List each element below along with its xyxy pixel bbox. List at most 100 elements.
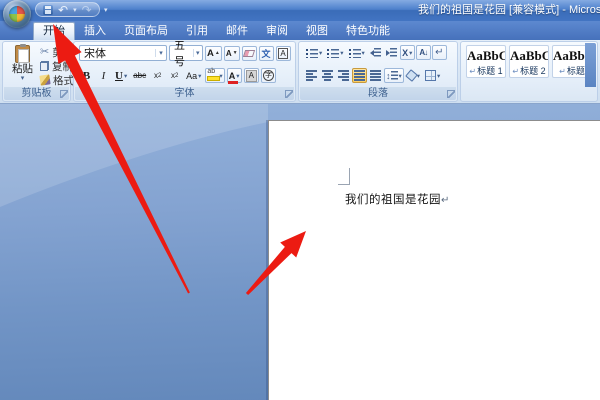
document-text[interactable]: 我们的祖国是花园↵	[345, 191, 449, 207]
text-highlight-button[interactable]: ▾	[205, 68, 225, 83]
borders-grid-icon	[425, 70, 437, 81]
ribbon-tab-row: 开始 插入 页面布局 引用 邮件 审阅 视图 特色功能	[0, 21, 600, 40]
asian-layout-dropdown-icon[interactable]: ▾	[409, 49, 412, 57]
subscript-button[interactable]: x2	[150, 68, 165, 83]
grow-font-label: A	[207, 47, 214, 59]
character-shading-button[interactable]: A	[243, 68, 260, 83]
font-name-combobox[interactable]: 宋体 ▾	[79, 45, 167, 61]
paste-button[interactable]: 粘贴 ▾	[6, 44, 39, 89]
clipboard-dialog-launcher-icon[interactable]	[60, 90, 68, 98]
undo-dropdown-icon[interactable]: ▾	[73, 6, 77, 14]
character-shading-icon: A	[245, 69, 258, 82]
underline-button[interactable]: U ▾	[113, 68, 129, 83]
line-spacing-lines-icon	[390, 71, 398, 80]
font-size-combobox[interactable]: 五号 ▾	[169, 40, 203, 68]
tab-view[interactable]: 视图	[297, 23, 337, 40]
change-case-button[interactable]: Aa ▾	[184, 68, 203, 83]
shading-button[interactable]: ▾	[404, 68, 422, 83]
decrease-indent-button[interactable]	[368, 45, 383, 60]
show-marks-button[interactable]: ↵	[431, 45, 447, 60]
style-preview: AaBbC	[510, 48, 549, 63]
multilevel-list-button[interactable]: ▾	[347, 45, 367, 60]
clear-formatting-button[interactable]	[241, 45, 257, 61]
align-right-button[interactable]	[336, 68, 351, 83]
increase-indent-button[interactable]	[384, 45, 399, 60]
character-border-button[interactable]: A	[275, 45, 291, 61]
borders-button[interactable]: ▾	[423, 68, 442, 83]
quick-access-toolbar: ↶ ▾ ↷	[35, 2, 100, 17]
grow-font-button[interactable]: A ▲	[205, 45, 222, 61]
office-logo-icon	[9, 6, 25, 22]
style-heading1[interactable]: AaBbC ↵标题 1	[466, 45, 506, 78]
font-color-dropdown-icon[interactable]: ▾	[236, 72, 239, 80]
enclose-characters-icon: 字	[263, 70, 275, 81]
font-name-dropdown-icon[interactable]: ▾	[155, 49, 166, 57]
enclose-characters-button[interactable]: 字	[261, 68, 277, 83]
italic-button[interactable]: I	[96, 68, 111, 83]
quick-styles-gallery: AaBbC ↵标题 1 AaBbC ↵标题 2 AaBbC ↵标题	[466, 45, 592, 78]
distribute-button[interactable]	[368, 68, 383, 83]
tab-special-features[interactable]: 特色功能	[337, 23, 399, 40]
qat-customize-icon[interactable]: ▾	[104, 6, 108, 14]
bullets-dropdown-icon[interactable]: ▾	[319, 49, 322, 57]
styles-group: AaBbC ↵标题 1 AaBbC ↵标题 2 AaBbC ↵标题	[460, 41, 598, 102]
paragraph-dialog-launcher-icon[interactable]	[447, 90, 455, 98]
copy-icon	[40, 61, 49, 71]
tab-mailings[interactable]: 邮件	[217, 23, 257, 40]
tab-page-layout[interactable]: 页面布局	[115, 23, 177, 40]
shrink-caret-icon: ▼	[232, 50, 238, 56]
italic-icon: I	[101, 69, 106, 82]
save-icon[interactable]	[43, 4, 53, 15]
style-heading2[interactable]: AaBbC ↵标题 2	[509, 45, 549, 78]
shrink-font-label: A	[225, 48, 232, 58]
phonetic-guide-icon: 文	[261, 48, 271, 59]
font-group-label: 字体	[75, 87, 294, 100]
asian-layout-button[interactable]: X ▾	[399, 45, 415, 60]
numbering-dropdown-icon[interactable]: ▾	[340, 49, 343, 57]
shading-bucket-icon	[404, 69, 418, 82]
align-center-button[interactable]	[320, 68, 335, 83]
numbering-button[interactable]: ▾	[325, 45, 345, 60]
shrink-font-button[interactable]: A ▼	[223, 45, 240, 61]
strikethrough-icon: abc	[133, 71, 147, 80]
tab-home[interactable]: 开始	[33, 22, 75, 40]
justify-icon	[354, 70, 365, 81]
tab-review[interactable]: 审阅	[257, 23, 297, 40]
eraser-icon	[242, 49, 256, 57]
tab-insert[interactable]: 插入	[75, 23, 115, 40]
style-label: 标题 1	[477, 66, 503, 76]
sort-button[interactable]: A↓	[415, 45, 431, 60]
highlighter-icon	[207, 68, 221, 81]
indent-lines-icon-2	[389, 48, 397, 57]
font-color-icon: A	[227, 70, 238, 84]
underline-dropdown-icon[interactable]: ▾	[124, 72, 127, 80]
undo-icon[interactable]: ↶	[58, 4, 68, 16]
document-page[interactable]: 我们的祖国是花园↵	[268, 120, 600, 400]
office-button[interactable]	[3, 0, 31, 28]
align-left-button[interactable]	[304, 68, 319, 83]
justify-button[interactable]	[352, 68, 367, 83]
line-spacing-dropdown-icon[interactable]: ▾	[399, 72, 402, 80]
bullets-button[interactable]: ▾	[304, 45, 324, 60]
numbered-list-icon	[327, 47, 340, 58]
paste-dropdown-icon[interactable]: ▾	[6, 75, 39, 82]
font-size-dropdown-icon[interactable]: ▾	[192, 49, 202, 57]
style-mark-icon: ↵	[469, 67, 477, 76]
line-spacing-button[interactable]: ↕ ▾	[384, 68, 404, 83]
multilevel-dropdown-icon[interactable]: ▾	[362, 49, 365, 57]
paste-clipboard-icon	[15, 44, 30, 63]
borders-dropdown-icon[interactable]: ▾	[437, 72, 440, 80]
strikethrough-button[interactable]: abc	[131, 68, 148, 83]
font-dialog-launcher-icon[interactable]	[285, 90, 293, 98]
redo-icon[interactable]: ↷	[82, 4, 92, 16]
bold-button[interactable]: B	[79, 68, 94, 83]
superscript-button[interactable]: x2	[167, 68, 182, 83]
phonetic-guide-button[interactable]: 文	[258, 45, 274, 61]
font-group: 宋体 ▾ 五号 ▾ A▲ A▼ 文 A B I U▾ abc x2 x2	[73, 40, 296, 102]
style-mark-icon: ↵	[559, 67, 566, 76]
multilevel-list-icon	[348, 47, 361, 58]
scissors-icon: ✂	[40, 45, 50, 58]
font-color-button[interactable]: A ▾	[226, 68, 242, 84]
align-center-icon	[322, 70, 333, 81]
change-case-dropdown-icon[interactable]: ▾	[198, 72, 201, 80]
